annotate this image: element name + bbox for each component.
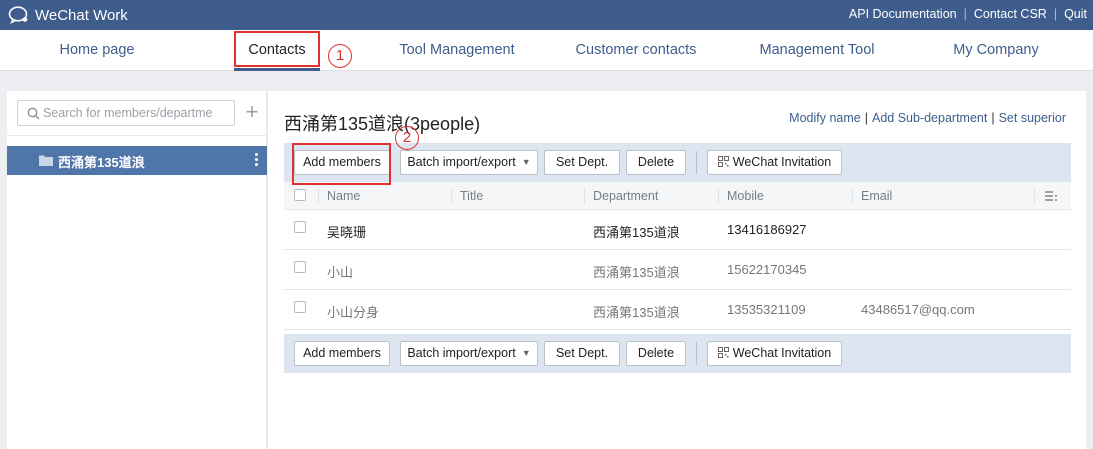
cell-department: 西涌第135道浪: [593, 305, 680, 320]
app-title: WeChat Work: [35, 6, 128, 24]
modify-name-link[interactable]: Modify name: [789, 111, 861, 125]
table-header: Name Title Department Mobile Email: [284, 182, 1071, 210]
divider: |: [864, 111, 868, 125]
wechat-invitation-label: WeChat Invitation: [732, 155, 832, 169]
column-header-department[interactable]: Department: [593, 189, 658, 203]
page-title: 西涌第135道浪(3people): [284, 114, 481, 134]
contact-csr-link[interactable]: Contact CSR: [974, 7, 1047, 21]
department-label: 西涌第135道浪: [58, 155, 145, 170]
search-input[interactable]: [43, 104, 231, 122]
cell-name: 小山分身: [327, 305, 380, 320]
batch-import-export-label: Batch import/export: [407, 155, 516, 169]
column-header-mobile[interactable]: Mobile: [727, 189, 764, 203]
top-links: API Documentation | Contact CSR | Quit: [849, 7, 1087, 21]
divider: [451, 188, 452, 204]
divider: [696, 151, 697, 174]
annotation-step-2: 2: [395, 126, 419, 150]
table-row[interactable]: 小山 西涌第135道浪 15622170345: [284, 250, 1071, 290]
annotation-box-add-members: [292, 143, 391, 185]
column-header-title[interactable]: Title: [460, 189, 483, 203]
annotation-step-1: 1: [328, 44, 352, 68]
caret-down-icon: ▼: [521, 157, 531, 167]
divider: [584, 188, 585, 204]
cell-name: 小山: [327, 265, 354, 280]
members-table: Name Title Department Mobile Email 吴晓珊 西…: [284, 182, 1071, 330]
top-bar: WeChat Work API Documentation | Contact …: [0, 0, 1093, 30]
divider: [318, 188, 319, 204]
annotation-box-contacts: [234, 31, 320, 67]
row-checkbox[interactable]: [294, 261, 306, 273]
sidebar: + 西涌第135道浪: [7, 91, 267, 449]
set-superior-link[interactable]: Set superior: [999, 111, 1066, 125]
batch-import-export-button[interactable]: Batch import/export ▼: [400, 150, 538, 175]
batch-import-export-button[interactable]: Batch import/export ▼: [400, 341, 538, 366]
divider: |: [1053, 7, 1058, 21]
search-box: [17, 100, 235, 126]
wechat-work-icon: [8, 6, 28, 24]
nav-tool-management[interactable]: Tool Management: [390, 30, 524, 71]
column-header-email[interactable]: Email: [861, 189, 892, 203]
divider: |: [991, 111, 995, 125]
cell-department: 西涌第135道浪: [593, 265, 680, 280]
divider: [7, 135, 267, 136]
active-tab-indicator: [234, 68, 320, 71]
wechat-invitation-button[interactable]: WeChat Invitation: [707, 150, 842, 175]
set-dept-button[interactable]: Set Dept.: [544, 150, 620, 175]
nav-home-page[interactable]: Home page: [40, 30, 154, 71]
folder-icon: [39, 155, 53, 166]
batch-import-export-label: Batch import/export: [407, 346, 516, 360]
set-dept-button[interactable]: Set Dept.: [544, 341, 620, 366]
table-row[interactable]: 吴晓珊 西涌第135道浪 13416186927: [284, 210, 1071, 250]
wechat-invitation-button[interactable]: WeChat Invitation: [707, 341, 842, 366]
divider: [1034, 188, 1035, 204]
column-header-name[interactable]: Name: [327, 189, 360, 203]
add-members-button[interactable]: Add members: [294, 341, 390, 366]
cell-mobile: 15622170345: [727, 262, 807, 277]
cell-email: 43486517@qq.com: [861, 302, 975, 317]
member-toolbar-bottom: Add members Batch import/export ▼ Set Dep…: [284, 334, 1071, 373]
app-logo[interactable]: WeChat Work: [8, 6, 128, 24]
department-item[interactable]: 西涌第135道浪: [7, 146, 267, 175]
search-icon: [27, 107, 40, 120]
wechat-invitation-label: WeChat Invitation: [732, 346, 832, 360]
divider: [696, 342, 697, 365]
row-checkbox[interactable]: [294, 221, 306, 233]
api-documentation-link[interactable]: API Documentation: [849, 7, 957, 21]
cell-name: 吴晓珊: [327, 225, 367, 240]
column-settings-icon[interactable]: [1045, 191, 1057, 201]
cell-department: 西涌第135道浪: [593, 225, 680, 240]
row-checkbox[interactable]: [294, 301, 306, 313]
add-department-button[interactable]: +: [243, 100, 261, 126]
quit-link[interactable]: Quit: [1064, 7, 1087, 21]
main-nav: Home page Contacts Tool Management Custo…: [0, 30, 1093, 71]
add-sub-department-link[interactable]: Add Sub-department: [872, 111, 987, 125]
table-row[interactable]: 小山分身 西涌第135道浪 13535321109 43486517@qq.co…: [284, 290, 1071, 330]
nav-management-tool[interactable]: Management Tool: [750, 30, 884, 71]
select-all-checkbox[interactable]: [294, 189, 306, 201]
nav-customer-contacts[interactable]: Customer contacts: [566, 30, 706, 71]
cell-mobile: 13535321109: [727, 302, 806, 317]
delete-button[interactable]: Delete: [626, 150, 686, 175]
more-options-icon[interactable]: [255, 153, 259, 166]
caret-down-icon: ▼: [521, 348, 531, 358]
delete-button[interactable]: Delete: [626, 341, 686, 366]
qr-code-icon: [717, 347, 729, 358]
divider: [852, 188, 853, 204]
divider: |: [963, 7, 967, 21]
divider: [718, 188, 719, 204]
cell-mobile: 13416186927: [727, 222, 807, 237]
nav-my-company[interactable]: My Company: [940, 30, 1052, 71]
qr-code-icon: [717, 156, 729, 167]
department-actions: Modify name | Add Sub-department | Set s…: [789, 111, 1066, 125]
